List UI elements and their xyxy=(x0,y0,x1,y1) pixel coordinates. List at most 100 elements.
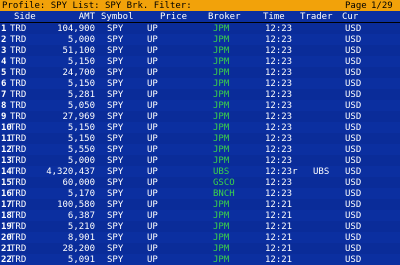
page-label: Page xyxy=(345,1,367,11)
cell-cur: USD xyxy=(345,101,362,111)
table-row[interactable]: 7 TRD 5,281 SPY UP JPM 12:23 USD xyxy=(0,89,400,100)
table-row[interactable]: 17 TRD 100,580 SPY UP JPM 12:21 USD xyxy=(0,199,400,210)
cell-time: 12:23r xyxy=(265,167,298,177)
cell-price: UP xyxy=(147,244,158,254)
cell-time: 12:23 xyxy=(265,57,293,67)
cell-time: 12:23 xyxy=(265,68,293,78)
column-header-trader[interactable]: Trader xyxy=(300,12,336,22)
table-row[interactable]: 18 TRD 6,387 SPY UP JPM 12:21 USD xyxy=(0,210,400,221)
cell-amt: 5,000 xyxy=(67,156,95,166)
cell-time: 12:23 xyxy=(265,145,293,155)
cell-side: TRD xyxy=(10,145,27,155)
cell-price: UP xyxy=(147,211,158,221)
cell-time: 12:21 xyxy=(265,255,293,265)
row-number: 22 xyxy=(1,255,12,265)
row-number: 19 xyxy=(1,222,12,232)
table-row[interactable]: 21 TRD 28,200 SPY UP JPM 12:21 USD xyxy=(0,243,400,254)
cell-time: 12:21 xyxy=(265,233,293,243)
cell-symbol: SPY xyxy=(107,68,124,78)
cell-cur: USD xyxy=(345,112,362,122)
trade-table: 1 TRD 104,900 SPY UP JPM 12:23 USD 2 TRD 5,000 SPY U… xyxy=(0,23,400,265)
cell-amt: 100,580 xyxy=(57,200,95,210)
cell-cur: USD xyxy=(345,145,362,155)
cell-cur: USD xyxy=(345,156,362,166)
cell-symbol: SPY xyxy=(107,178,124,188)
cell-amt: 5,091 xyxy=(67,255,95,265)
cell-cur: USD xyxy=(345,90,362,100)
row-number: 6 xyxy=(1,79,7,89)
cell-time: 12:23 xyxy=(265,90,293,100)
cell-time: 12:23 xyxy=(265,24,293,34)
cell-amt: 5,050 xyxy=(67,101,95,111)
table-row[interactable]: 3 TRD 51,100 SPY UP JPM 12:23 USD xyxy=(0,45,400,56)
cell-side: TRD xyxy=(10,79,27,89)
column-header-symbol[interactable]: Symbol xyxy=(101,12,134,22)
row-number: 8 xyxy=(1,101,7,111)
page-indicator[interactable]: 1/29 xyxy=(371,1,393,11)
table-row[interactable]: 10 TRD 5,150 SPY UP JPM 12:23 USD xyxy=(0,122,400,133)
row-number: 9 xyxy=(1,112,7,122)
table-row[interactable]: 5 TRD 24,700 SPY UP JPM 12:23 USD xyxy=(0,67,400,78)
cell-side: TRD xyxy=(10,200,27,210)
table-row[interactable]: 16 TRD 5,170 SPY UP BNCH 12:23 USD xyxy=(0,188,400,199)
row-number: 17 xyxy=(1,200,12,210)
table-row[interactable]: 12 TRD 5,550 SPY UP JPM 12:23 USD xyxy=(0,144,400,155)
cell-amt: 51,100 xyxy=(62,46,95,56)
cell-amt: 24,700 xyxy=(62,68,95,78)
column-header-amt[interactable]: AMT xyxy=(40,12,95,22)
table-row[interactable]: 13 TRD 5,000 SPY UP JPM 12:23 USD xyxy=(0,155,400,166)
cell-amt: 104,900 xyxy=(57,24,95,34)
cell-time: 12:23 xyxy=(265,134,293,144)
cell-price: UP xyxy=(147,57,158,67)
column-header-time[interactable]: Time xyxy=(263,12,301,22)
table-row[interactable]: 9 TRD 27,969 SPY UP JPM 12:23 USD xyxy=(0,111,400,122)
row-number: 12 xyxy=(1,145,12,155)
cell-cur: USD xyxy=(345,35,362,45)
table-row[interactable]: 6 TRD 5,150 SPY UP JPM 12:23 USD xyxy=(0,78,400,89)
cell-cur: USD xyxy=(345,46,362,56)
cell-cur: USD xyxy=(345,123,362,133)
table-row[interactable]: 1 TRD 104,900 SPY UP JPM 12:23 USD xyxy=(0,23,400,34)
column-header-broker[interactable]: Broker xyxy=(208,12,248,22)
table-row[interactable]: 2 TRD 5,000 SPY UP JPM 12:23 USD xyxy=(0,34,400,45)
cell-side: TRD xyxy=(10,24,27,34)
cell-time: 12:23 xyxy=(265,112,293,122)
table-row[interactable]: 15 TRD 60,000 SPY UP GSCO 12:23 USD xyxy=(0,177,400,188)
cell-symbol: SPY xyxy=(107,244,124,254)
table-row[interactable]: 8 TRD 5,050 SPY UP JPM 12:23 USD xyxy=(0,100,400,111)
table-row[interactable]: 4 TRD 5,150 SPY UP JPM 12:23 USD xyxy=(0,56,400,67)
cell-cur: USD xyxy=(345,134,362,144)
cell-amt: 5,210 xyxy=(67,222,95,232)
table-row[interactable]: 11 TRD 5,150 SPY UP JPM 12:23 USD xyxy=(0,133,400,144)
cell-symbol: SPY xyxy=(107,167,124,177)
cell-amt: 28,200 xyxy=(62,244,95,254)
cell-cur: USD xyxy=(345,233,362,243)
cell-cur: USD xyxy=(345,189,362,199)
cell-broker: GSCO xyxy=(213,178,235,188)
cell-broker: UBS xyxy=(213,167,230,177)
cell-time: 12:21 xyxy=(265,222,293,232)
cell-amt: 5,150 xyxy=(67,79,95,89)
table-row[interactable]: 20 TRD 8,901 SPY UP JPM 12:21 USD xyxy=(0,232,400,243)
cell-symbol: SPY xyxy=(107,101,124,111)
table-row[interactable]: 22 TRD 5,091 SPY UP JPM 12:21 USD xyxy=(0,254,400,265)
cell-symbol: SPY xyxy=(107,46,124,56)
cell-side: TRD xyxy=(10,123,27,133)
column-header-price[interactable]: Price xyxy=(160,12,200,22)
cell-price: UP xyxy=(147,233,158,243)
cell-price: UP xyxy=(147,68,158,78)
cell-side: TRD xyxy=(10,35,27,45)
cell-symbol: SPY xyxy=(107,255,124,265)
table-row[interactable]: 14 TRD 4,320,437 SPY UP UBS 12:23r UBS USD xyxy=(0,166,400,177)
cell-time: 12:23 xyxy=(265,123,293,133)
cell-price: UP xyxy=(147,90,158,100)
cell-cur: USD xyxy=(345,200,362,210)
cell-price: UP xyxy=(147,46,158,56)
column-header-cur[interactable]: Cur xyxy=(342,12,372,22)
table-row[interactable]: 19 TRD 5,210 SPY UP JPM 12:21 USD xyxy=(0,221,400,232)
row-number: 2 xyxy=(1,35,7,45)
row-number: 1 xyxy=(1,24,7,34)
cell-cur: USD xyxy=(345,222,362,232)
column-header-side[interactable]: Side xyxy=(14,12,42,22)
cell-side: TRD xyxy=(10,244,27,254)
